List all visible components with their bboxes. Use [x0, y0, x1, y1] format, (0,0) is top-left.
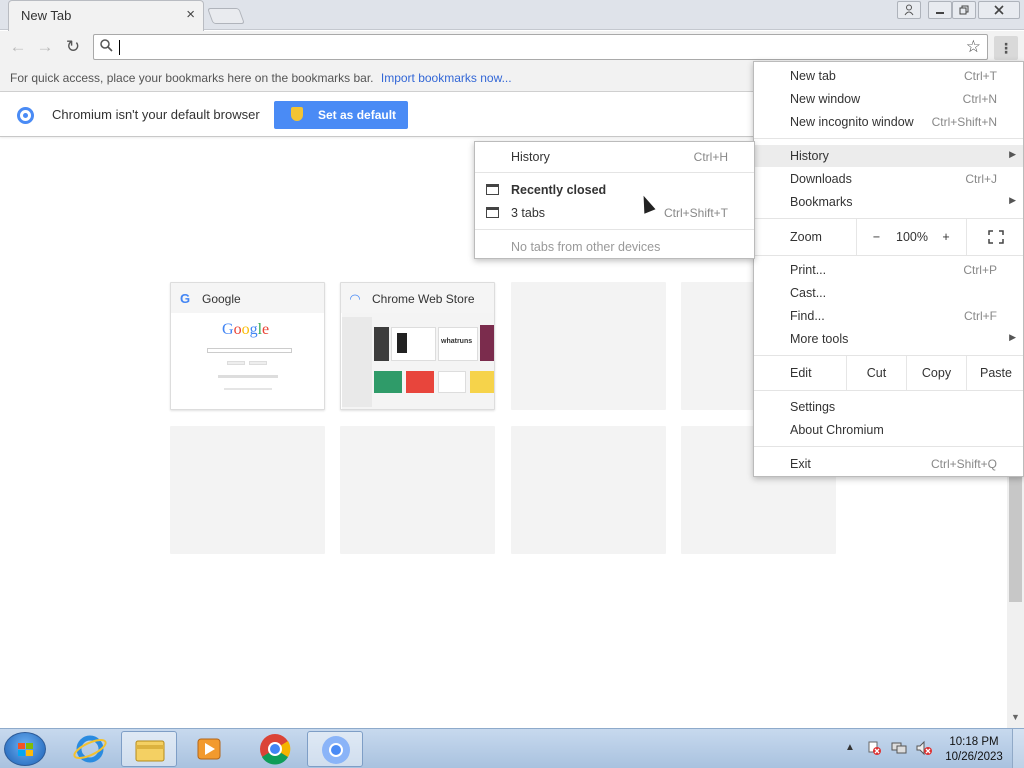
chromium-taskbar-icon[interactable]	[307, 731, 363, 767]
main-menu-button[interactable]: ⋮	[994, 36, 1018, 60]
infobar-text: Chromium isn't your default browser	[52, 107, 260, 122]
menu-item-history[interactable]: History ▶	[754, 145, 1023, 167]
forward-icon[interactable]: →	[35, 37, 55, 57]
main-menu: New tab Ctrl+T New window Ctrl+N New incog…	[753, 61, 1024, 477]
bookmark-star-icon[interactable]: ☆	[966, 37, 981, 57]
menu-item-exit[interactable]: Exit Ctrl+Shift+Q	[754, 453, 1023, 475]
menu-item-downloads[interactable]: Downloads Ctrl+J	[754, 168, 1023, 190]
copy-button[interactable]: Copy	[906, 356, 966, 390]
zoom-level: 100%	[896, 230, 928, 244]
zoom-in-button[interactable]: +	[926, 219, 966, 255]
tile-title: Google	[202, 292, 241, 306]
back-icon[interactable]: ←	[8, 37, 28, 57]
search-icon	[100, 39, 113, 55]
volume-muted-icon[interactable]	[915, 740, 933, 759]
scroll-down-icon[interactable]: ▼	[1009, 712, 1022, 722]
close-window-icon[interactable]	[978, 1, 1020, 19]
new-tab-button[interactable]	[207, 8, 245, 24]
google-favicon-icon: G	[180, 291, 191, 306]
google-logo: Google	[222, 321, 270, 338]
submenu-item-no-tabs: No tabs from other devices	[511, 240, 661, 254]
menu-item-bookmarks[interactable]: Bookmarks ▶	[754, 191, 1023, 213]
menu-item-zoom: Zoom − 100% +	[754, 219, 1023, 255]
menu-item-cast[interactable]: Cast...	[754, 282, 1023, 304]
set-as-default-label: Set as default	[318, 108, 397, 122]
submenu-arrow-icon: ▶	[1009, 332, 1016, 342]
omnibox[interactable]: ☆	[93, 34, 988, 60]
restore-icon[interactable]	[952, 1, 976, 19]
history-submenu: History Ctrl+H Recently closed 3 tabs Ctrl…	[474, 141, 755, 259]
taskbar: ▲ 10:18 PM 10/26/2023	[0, 728, 1024, 768]
chrome-icon[interactable]	[247, 731, 303, 767]
submenu-arrow-icon: ▶	[1009, 149, 1016, 159]
tile-thumbnail: Google	[172, 313, 324, 409]
menu-item-new-incognito-window[interactable]: New incognito window Ctrl+Shift+N	[754, 111, 1023, 133]
menu-item-settings[interactable]: Settings	[754, 396, 1023, 418]
action-center-icon[interactable]	[866, 740, 882, 759]
internet-explorer-icon[interactable]	[62, 731, 118, 767]
windows-logo-icon	[18, 743, 34, 757]
tray-expand-icon[interactable]: ▲	[845, 742, 855, 753]
chromium-logo-icon	[17, 107, 34, 124]
start-button[interactable]	[4, 732, 46, 766]
tile-header: G Google	[171, 283, 324, 313]
import-bookmarks-link[interactable]: Import bookmarks now...	[381, 71, 512, 85]
tile-empty	[511, 426, 666, 554]
text-caret	[119, 40, 120, 55]
close-tab-icon[interactable]: ×	[186, 6, 195, 23]
clock-time: 10:18 PM	[949, 736, 999, 748]
title-bar: New Tab ×	[0, 0, 1024, 31]
web-store-favicon-icon: ◠	[350, 291, 360, 306]
tile-google[interactable]: G Google Google	[170, 282, 325, 410]
tab-title: New Tab	[21, 8, 72, 23]
tab-icon	[486, 207, 499, 218]
tile-empty	[170, 426, 325, 554]
menu-item-edit: Edit Cut Copy Paste	[754, 356, 1023, 390]
profile-icon[interactable]	[897, 1, 921, 19]
submenu-item-3-tabs[interactable]: 3 tabs Ctrl+Shift+T	[475, 202, 754, 224]
submenu-arrow-icon: ▶	[1009, 195, 1016, 205]
minimize-icon[interactable]	[928, 1, 952, 19]
file-explorer-icon[interactable]	[121, 731, 177, 767]
whatruns-text: whatruns	[438, 327, 478, 361]
shield-icon	[291, 107, 303, 121]
menu-item-print[interactable]: Print... Ctrl+P	[754, 259, 1023, 281]
network-icon[interactable]	[891, 740, 908, 759]
menu-item-about-chromium[interactable]: About Chromium	[754, 419, 1023, 441]
zoom-out-button[interactable]: −	[856, 219, 896, 255]
bookmarks-hint: For quick access, place your bookmarks h…	[10, 71, 374, 85]
menu-item-new-window[interactable]: New window Ctrl+N	[754, 88, 1023, 110]
menu-item-more-tools[interactable]: More tools ▶	[754, 328, 1023, 350]
submenu-item-history[interactable]: History Ctrl+H	[475, 146, 754, 168]
tile-empty	[340, 426, 495, 554]
fullscreen-icon[interactable]	[966, 219, 1024, 255]
tab-new-tab[interactable]: New Tab ×	[8, 0, 204, 31]
tile-thumbnail: whatruns	[342, 313, 494, 409]
cut-button[interactable]: Cut	[846, 356, 906, 390]
tile-chrome-web-store[interactable]: ◠ Chrome Web Store whatruns	[340, 282, 495, 410]
paste-button[interactable]: Paste	[966, 356, 1024, 390]
tab-icon	[486, 184, 499, 195]
tile-empty	[511, 282, 666, 410]
system-clock[interactable]: 10:18 PM 10/26/2023	[943, 735, 1005, 765]
submenu-item-recently-closed: Recently closed	[475, 179, 754, 201]
menu-item-find[interactable]: Find... Ctrl+F	[754, 305, 1023, 327]
menu-item-new-tab[interactable]: New tab Ctrl+T	[754, 65, 1023, 87]
tile-title: Chrome Web Store	[372, 292, 475, 306]
set-as-default-button[interactable]: Set as default	[274, 101, 408, 129]
media-player-icon[interactable]	[181, 731, 237, 767]
clock-date: 10/26/2023	[945, 751, 1003, 763]
tile-header: ◠ Chrome Web Store	[341, 283, 494, 313]
show-desktop-button[interactable]	[1012, 729, 1024, 768]
reload-icon[interactable]: ↻	[63, 37, 83, 57]
